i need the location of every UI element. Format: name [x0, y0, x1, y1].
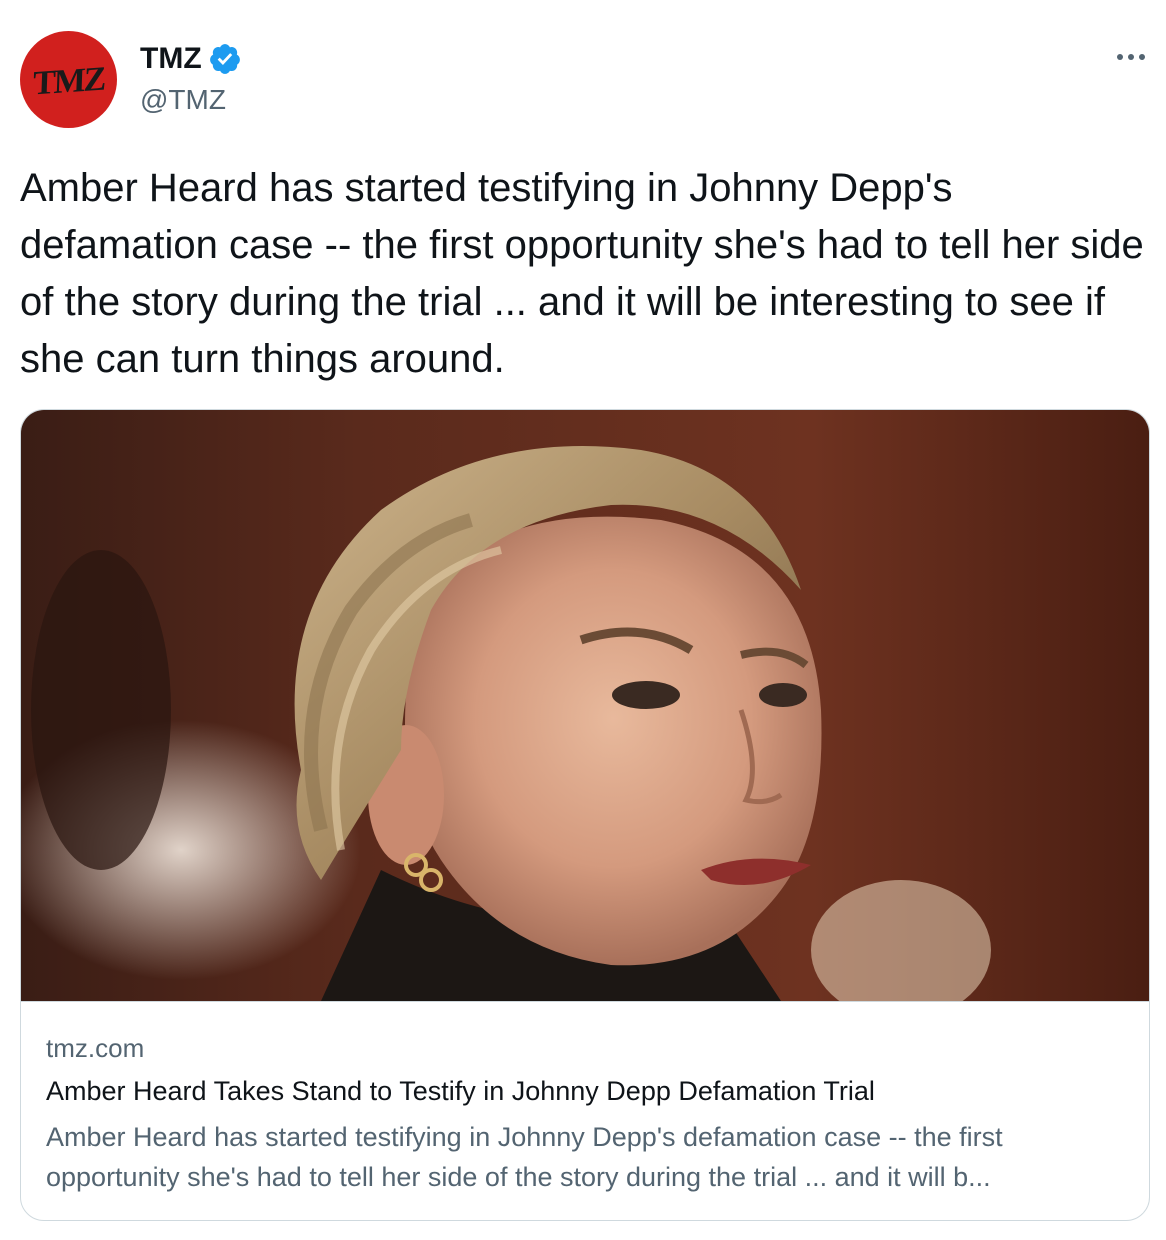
- tmz-logo: TMZ: [32, 59, 105, 103]
- card-image: [21, 410, 1149, 1002]
- card-domain: tmz.com: [46, 1033, 145, 1063]
- tweet-text: Amber Heard has started testifying in Jo…: [20, 166, 1144, 381]
- display-name[interactable]: TMZ: [140, 40, 202, 78]
- more-dot: [1139, 54, 1145, 60]
- more-dot: [1128, 54, 1134, 60]
- author-name-row: TMZ: [140, 40, 242, 78]
- author-handle[interactable]: @TMZ: [140, 82, 226, 118]
- link-card[interactable]: tmz.com Amber Heard Takes Stand to Testi…: [20, 409, 1150, 1221]
- verified-badge-icon: [208, 42, 242, 76]
- more-dot: [1117, 54, 1123, 60]
- avatar[interactable]: TMZ: [20, 31, 117, 128]
- card-description: Amber Heard has started testifying in Jo…: [46, 1122, 1003, 1192]
- card-photo: [21, 410, 1149, 1001]
- more-options-icon[interactable]: [1108, 42, 1154, 72]
- card-title[interactable]: Amber Heard Takes Stand to Testify in Jo…: [46, 1074, 1126, 1108]
